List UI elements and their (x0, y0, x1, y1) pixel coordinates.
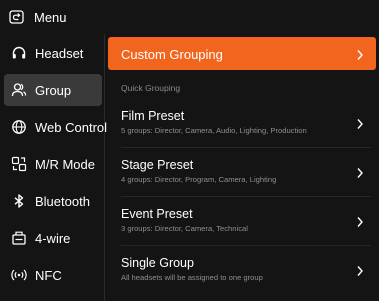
row-divider (121, 147, 371, 148)
chevron-right-icon (356, 48, 364, 60)
preset-title: Stage Preset (121, 158, 194, 172)
back-icon[interactable] (9, 10, 24, 24)
sidebar-item-mr-mode[interactable]: M/R Mode (4, 148, 102, 180)
sidebar-item-4-wire[interactable]: 4-wire (4, 222, 102, 254)
menu-title: Menu (34, 10, 67, 25)
row-divider (121, 196, 371, 197)
custom-grouping-button[interactable]: Custom Grouping (108, 37, 376, 70)
sidebar-item-group[interactable]: Group (4, 74, 102, 106)
group-icon (11, 82, 27, 98)
nfc-icon (11, 267, 27, 283)
sidebar-item-label: Headset (35, 46, 84, 61)
row-divider (121, 245, 371, 246)
sidebar-item-label: NFC (35, 268, 62, 283)
bluetooth-icon (11, 193, 27, 209)
sidebar-item-label: Group (35, 83, 72, 98)
preset-description: 5 groups: Director, Camera, Audio, Light… (121, 126, 307, 135)
preset-description: All headsets will be assigned to one gro… (121, 273, 263, 282)
event-preset-item[interactable]: Event Preset 3 groups: Director, Camera,… (108, 199, 376, 244)
sidebar: Headset Group Web Control M/R Mode Bluet… (0, 34, 107, 301)
main-panel: Custom Grouping Quick Grouping Film Pres… (107, 34, 379, 301)
chevron-right-icon (356, 117, 364, 129)
preset-title: Single Group (121, 256, 194, 270)
headset-icon (11, 45, 27, 61)
stage-preset-item[interactable]: Stage Preset 4 groups: Director, Program… (108, 150, 376, 195)
preset-description: 4 groups: Director, Program, Camera, Lig… (121, 175, 277, 184)
sidebar-item-web-control[interactable]: Web Control (4, 111, 107, 143)
preset-description: 3 groups: Director, Camera, Technical (121, 224, 248, 233)
mr-mode-icon (11, 156, 27, 172)
preset-title: Film Preset (121, 109, 185, 123)
preset-title: Event Preset (121, 207, 193, 221)
four-wire-icon (11, 230, 27, 246)
chevron-right-icon (356, 215, 364, 227)
sidebar-item-label: M/R Mode (35, 157, 95, 172)
sidebar-item-bluetooth[interactable]: Bluetooth (4, 185, 102, 217)
sidebar-divider (104, 34, 105, 301)
globe-icon (11, 119, 27, 135)
single-group-item[interactable]: Single Group All headsets will be assign… (108, 248, 376, 293)
sidebar-item-label: Web Control (35, 120, 108, 135)
sidebar-item-nfc[interactable]: NFC (4, 259, 102, 291)
top-bar: Menu (0, 0, 379, 34)
film-preset-item[interactable]: Film Preset 5 groups: Director, Camera, … (108, 101, 376, 146)
custom-grouping-label: Custom Grouping (121, 47, 223, 62)
chevron-right-icon (356, 264, 364, 276)
sidebar-item-headset[interactable]: Headset (4, 37, 102, 69)
quick-grouping-heading: Quick Grouping (121, 83, 181, 93)
sidebar-item-label: 4-wire (35, 231, 71, 246)
chevron-right-icon (356, 166, 364, 178)
sidebar-item-label: Bluetooth (35, 194, 90, 209)
